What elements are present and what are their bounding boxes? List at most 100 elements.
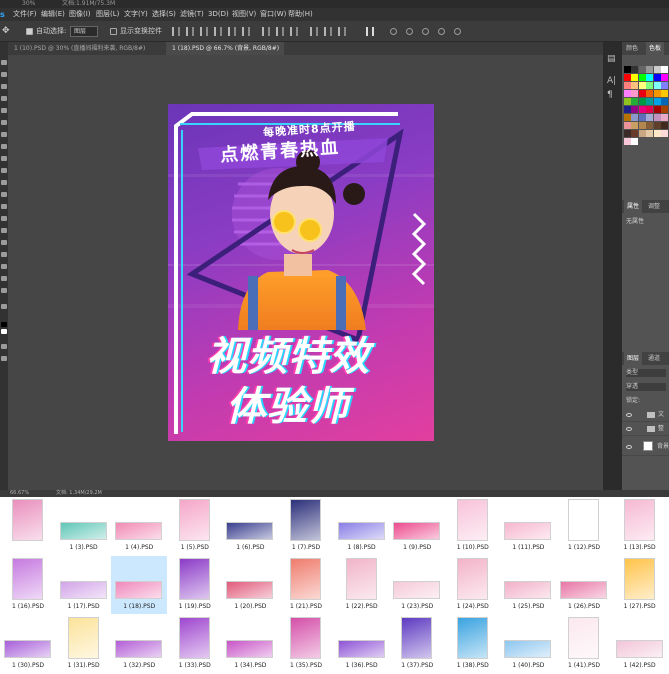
color-swatch[interactable] — [624, 138, 631, 145]
tab-color[interactable]: 颜色 — [626, 42, 638, 55]
edit-toolbar-icon[interactable] — [1, 304, 7, 309]
color-swatch[interactable] — [646, 90, 654, 97]
align-middle-icon[interactable] — [228, 27, 236, 36]
menu-select[interactable]: 选择(S) — [152, 8, 176, 21]
file-item[interactable]: 1 (4).PSD — [111, 497, 167, 555]
align-bottom-icon[interactable] — [242, 27, 250, 36]
color-swatch[interactable] — [653, 90, 661, 97]
color-swatch[interactable] — [653, 122, 661, 129]
file-item[interactable]: 1 (32).PSD — [111, 615, 167, 673]
file-item[interactable]: 1 (31).PSD — [56, 615, 112, 673]
file-item[interactable]: 1 (23).PSD — [389, 556, 445, 614]
file-item[interactable]: 1 (16).PSD — [0, 556, 56, 614]
color-swatch[interactable] — [638, 106, 646, 113]
color-swatch[interactable] — [631, 106, 639, 113]
tab-document-10[interactable]: 1 (10).PSD @ 30% (直播间福利来袭, RGB/8#) — [8, 42, 166, 55]
eye-icon[interactable] — [626, 427, 632, 431]
move-tool-icon[interactable]: ✥ — [2, 21, 10, 42]
text-dock-icon[interactable]: A| — [607, 76, 616, 86]
distribute-left-icon[interactable] — [310, 27, 318, 36]
file-item[interactable]: 1 (20).PSD — [222, 556, 278, 614]
color-swatch[interactable] — [631, 138, 639, 145]
distribute-top-icon[interactable] — [262, 27, 270, 36]
color-swatch[interactable] — [661, 130, 668, 137]
tab-channels[interactable]: 通道 — [648, 352, 660, 365]
color-swatch[interactable] — [624, 106, 631, 113]
show-transform-checkbox[interactable] — [110, 28, 117, 35]
background-color-swatch[interactable] — [1, 329, 7, 334]
file-item[interactable]: 1 (9).PSD — [389, 497, 445, 555]
distribute-bottom-icon[interactable] — [290, 27, 298, 36]
file-item[interactable]: 1 (10).PSD — [445, 497, 501, 555]
file-item[interactable]: 1 (35).PSD — [278, 615, 334, 673]
quick-mask-icon[interactable] — [1, 344, 7, 349]
layers-dock-icon[interactable]: ▤ — [607, 54, 616, 64]
poster-canvas[interactable]: 每晚准时8点开播 点燃青春热血 视频特效 体验师 — [168, 104, 434, 441]
auto-select-dropdown[interactable]: 图层 — [70, 26, 98, 37]
color-swatch[interactable] — [638, 122, 646, 129]
color-swatch[interactable] — [653, 106, 661, 113]
file-item[interactable]: 1 (3).PSD — [56, 497, 112, 555]
screen-mode-icon[interactable] — [1, 356, 7, 361]
color-swatch[interactable] — [624, 82, 631, 89]
3d-scale-icon[interactable] — [454, 28, 461, 35]
color-swatch[interactable] — [624, 130, 631, 137]
type-tool-icon[interactable] — [1, 240, 7, 245]
color-swatch[interactable] — [646, 114, 654, 121]
dodge-tool-icon[interactable] — [1, 216, 7, 221]
color-swatch[interactable] — [624, 90, 631, 97]
eyedropper-tool-icon[interactable] — [1, 120, 7, 125]
file-item[interactable]: 1 (42).PSD — [612, 615, 668, 673]
color-swatch[interactable] — [653, 130, 661, 137]
color-swatch[interactable] — [661, 74, 668, 81]
color-swatch[interactable] — [624, 114, 631, 121]
color-swatch[interactable] — [646, 106, 654, 113]
tab-adjustments[interactable]: 调整 — [648, 200, 660, 213]
color-swatch[interactable] — [653, 82, 661, 89]
quick-select-tool-icon[interactable] — [1, 96, 7, 101]
color-swatch[interactable] — [661, 90, 668, 97]
gradient-tool-icon[interactable] — [1, 192, 7, 197]
color-swatch[interactable] — [624, 74, 631, 81]
tab-document-18[interactable]: 1 (18).PSD @ 66.7% (背景, RGB/8#) — [166, 42, 284, 55]
distribute-middle-icon[interactable] — [276, 27, 284, 36]
menu-help[interactable]: 帮助(H) — [288, 8, 313, 21]
file-item[interactable]: 1 (17).PSD — [56, 556, 112, 614]
layer-row[interactable]: 文 — [622, 408, 669, 422]
color-swatch[interactable] — [661, 114, 668, 121]
healing-tool-icon[interactable] — [1, 132, 7, 137]
file-item[interactable]: 1 (6).PSD — [222, 497, 278, 555]
color-swatch[interactable] — [653, 114, 661, 121]
color-swatch[interactable] — [638, 66, 646, 73]
zoom-tool-icon[interactable] — [1, 288, 7, 293]
pen-tool-icon[interactable] — [1, 228, 7, 233]
align-left-icon[interactable] — [172, 27, 180, 36]
color-swatch[interactable] — [638, 98, 646, 105]
blur-tool-icon[interactable] — [1, 204, 7, 209]
color-swatch[interactable] — [646, 98, 654, 105]
file-item[interactable]: 1 (37).PSD — [389, 615, 445, 673]
menu-image[interactable]: 图像(I) — [69, 8, 91, 21]
hand-tool-icon[interactable] — [1, 276, 7, 281]
file-item[interactable]: 1 (18).PSD — [111, 556, 168, 614]
tab-swatches[interactable]: 色板 — [646, 42, 665, 55]
auto-select-checkbox[interactable] — [26, 28, 33, 35]
color-swatch[interactable] — [653, 66, 661, 73]
file-item[interactable]: 1 (13).PSD — [612, 497, 668, 555]
3d-rotate-icon[interactable] — [390, 28, 397, 35]
eye-icon[interactable] — [626, 413, 632, 417]
blend-mode-select[interactable]: 穿透 — [626, 383, 666, 391]
file-item[interactable]: 1 (19).PSD — [167, 556, 223, 614]
auto-align-icon[interactable] — [366, 27, 374, 36]
distribute-right-icon[interactable] — [338, 27, 346, 36]
file-item[interactable]: 1 (33).PSD — [167, 615, 223, 673]
color-swatch[interactable] — [638, 90, 646, 97]
file-item[interactable]: 1 (30).PSD — [0, 615, 56, 673]
file-item[interactable] — [0, 497, 56, 555]
color-swatch[interactable] — [624, 66, 631, 73]
file-item[interactable]: 1 (34).PSD — [222, 615, 278, 673]
move-tool-icon[interactable] — [1, 60, 7, 65]
color-swatch[interactable] — [646, 130, 654, 137]
color-swatch[interactable] — [631, 122, 639, 129]
file-item[interactable]: 1 (41).PSD — [556, 615, 612, 673]
